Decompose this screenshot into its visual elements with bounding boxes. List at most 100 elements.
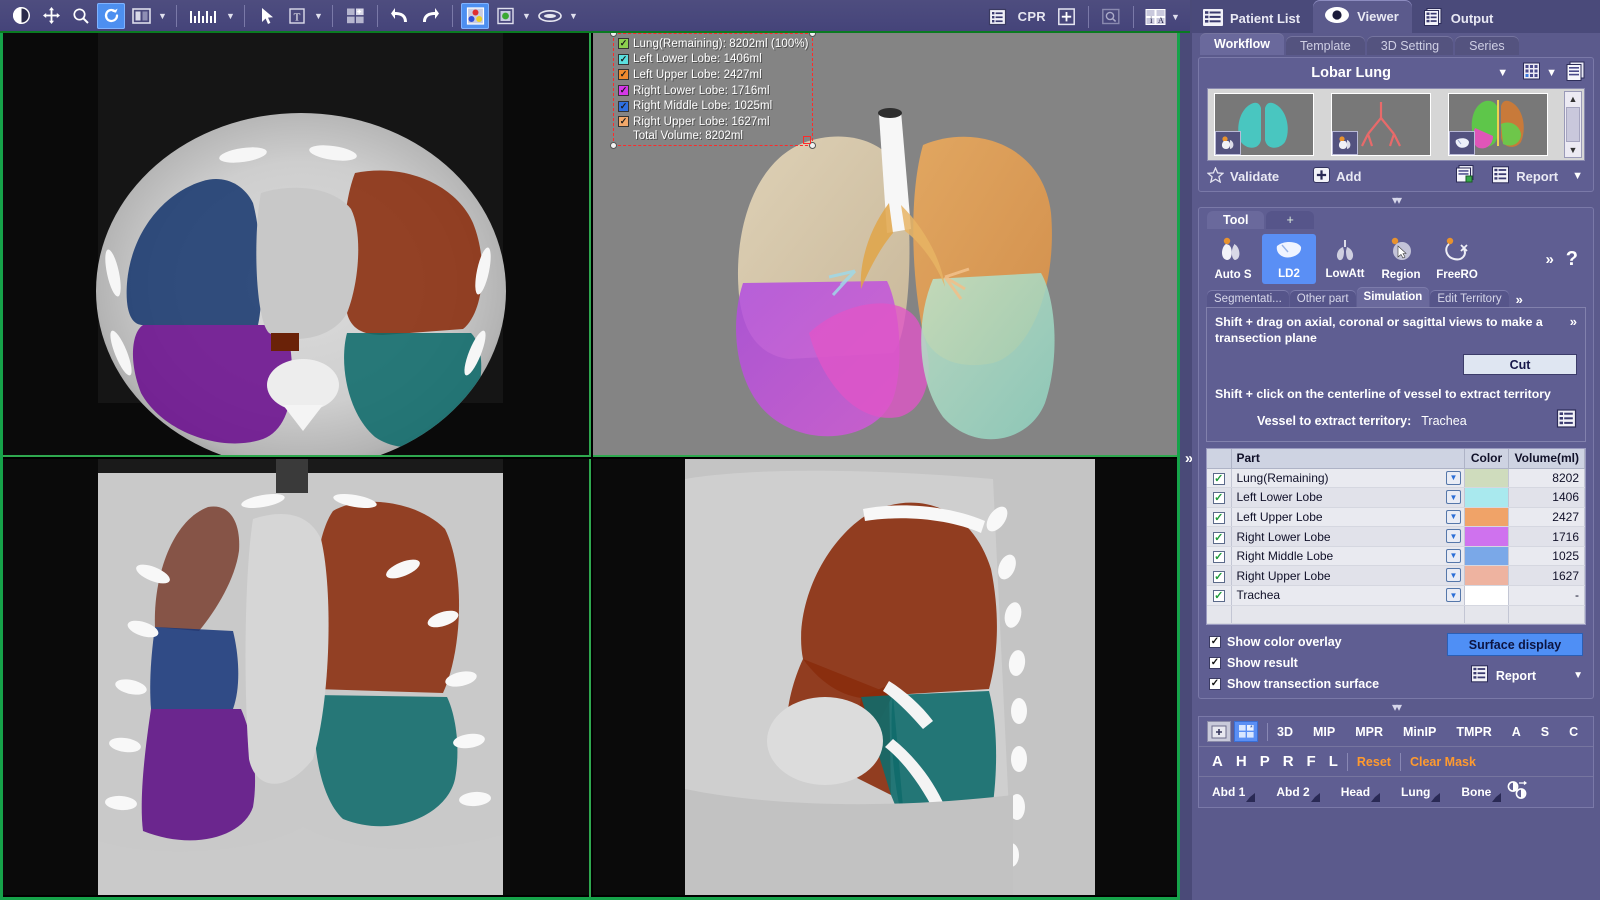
three-d-viewport[interactable]: ✓ Lung(Remaining): 8202ml (100%) ✓ Left … bbox=[593, 33, 1177, 457]
checkbox[interactable]: ✓ bbox=[1209, 677, 1221, 690]
zoom-icon[interactable] bbox=[67, 3, 95, 29]
legend-row[interactable]: ✓ Left Upper Lobe: 2427ml bbox=[618, 67, 808, 83]
quad-layout-button[interactable]: * bbox=[1234, 721, 1258, 743]
redo-icon[interactable] bbox=[416, 3, 444, 29]
table-row[interactable]: ✓ Left Upper Lobe ▼ 2427 bbox=[1207, 507, 1585, 528]
legend-row[interactable]: ✓ Lung(Remaining): 8202ml (100%) bbox=[618, 36, 808, 52]
row-checkbox[interactable]: ✓ bbox=[1212, 472, 1225, 485]
legend-row[interactable]: ✓ Right Middle Lobe: 1025ml bbox=[618, 98, 808, 114]
tool-free-roi[interactable]: FreeRO bbox=[1430, 234, 1484, 284]
flip-icon[interactable] bbox=[127, 3, 155, 29]
tool-region[interactable]: Region bbox=[1374, 234, 1428, 284]
window-level-preset-icon[interactable] bbox=[1507, 780, 1529, 804]
row-checkbox[interactable]: ✓ bbox=[1212, 511, 1225, 524]
row-dropdown-icon[interactable]: ▼ bbox=[1446, 588, 1461, 603]
report-dropdown-caret[interactable]: ▼ bbox=[1572, 170, 1583, 182]
subtab-3d-setting[interactable]: 3D Setting bbox=[1366, 36, 1454, 55]
table-row[interactable]: ✓ Right Lower Lobe ▼ 1716 bbox=[1207, 526, 1585, 547]
row-color-cell[interactable] bbox=[1464, 585, 1509, 606]
flip-dropdown-caret[interactable]: ▼ bbox=[156, 11, 169, 21]
workflow-dropdown-caret[interactable]: ▼ bbox=[1497, 67, 1508, 79]
legend-row[interactable]: ✓ Left Lower Lobe: 1406ml bbox=[618, 52, 808, 68]
orientation-l[interactable]: L bbox=[1329, 753, 1338, 770]
mask-dropdown-caret[interactable]: ▼ bbox=[520, 11, 533, 21]
row-dropdown-icon[interactable]: ▼ bbox=[1446, 529, 1461, 544]
ellipse-dropdown-caret[interactable]: ▼ bbox=[567, 11, 580, 21]
preset-abd-1[interactable]: Abd 1 bbox=[1212, 785, 1256, 803]
row-color-cell[interactable] bbox=[1464, 507, 1509, 528]
axial-viewport[interactable] bbox=[3, 33, 591, 457]
airway-tree-thumbnail[interactable] bbox=[1331, 93, 1431, 156]
mode-tmpr[interactable]: TMPR bbox=[1456, 725, 1491, 739]
text-dropdown-caret[interactable]: ▼ bbox=[312, 11, 325, 21]
preset-head[interactable]: Head bbox=[1341, 785, 1381, 803]
collapse-workflow-chevron[interactable]: ▾▾ bbox=[1192, 192, 1600, 207]
mode-mip[interactable]: MIP bbox=[1313, 725, 1335, 739]
ellipse-roi-icon[interactable] bbox=[534, 3, 566, 29]
validate-button[interactable]: Validate bbox=[1206, 165, 1279, 186]
rotate-icon[interactable] bbox=[97, 2, 125, 29]
legend-checkbox[interactable]: ✓ bbox=[618, 38, 629, 50]
measure-icon[interactable] bbox=[185, 3, 223, 29]
lung-surface-thumbnail[interactable] bbox=[1214, 93, 1314, 156]
window-level-icon[interactable] bbox=[7, 3, 35, 29]
mode-minip[interactable]: MinIP bbox=[1403, 725, 1436, 739]
scroll-down-icon[interactable]: ▼ bbox=[1565, 143, 1581, 157]
row-checkbox[interactable]: ✓ bbox=[1212, 570, 1225, 583]
preset-bone[interactable]: Bone bbox=[1461, 785, 1502, 803]
row-checkbox-cell[interactable]: ✓ bbox=[1207, 468, 1232, 489]
report-button-bottom[interactable]: Report ▼ bbox=[1470, 665, 1583, 686]
tab-viewer[interactable]: Viewer bbox=[1313, 0, 1412, 33]
cpr-label[interactable]: CPR bbox=[1013, 9, 1051, 24]
thumbnail-scrollbar[interactable]: ▲ ▼ bbox=[1564, 91, 1582, 158]
lobar-segmentation-thumbnail[interactable] bbox=[1448, 93, 1548, 156]
row-dropdown-icon[interactable]: ▼ bbox=[1446, 548, 1461, 563]
subtab-template[interactable]: Template bbox=[1286, 36, 1365, 55]
vessel-value[interactable]: Trachea bbox=[1421, 414, 1466, 428]
reset-button[interactable]: Reset bbox=[1357, 755, 1391, 769]
legend-row[interactable]: ✓ Right Upper Lobe: 1627ml bbox=[618, 114, 808, 130]
color-overlay-icon[interactable] bbox=[461, 2, 489, 29]
preset-abd-2[interactable]: Abd 2 bbox=[1276, 785, 1320, 803]
scrollbar-thumb[interactable] bbox=[1566, 107, 1580, 142]
report-dropdown-caret[interactable]: ▼ bbox=[1573, 670, 1583, 681]
add-button[interactable]: Add bbox=[1313, 166, 1361, 186]
legend-checkbox[interactable]: ✓ bbox=[618, 100, 629, 112]
mode-3d[interactable]: 3D bbox=[1277, 725, 1293, 739]
orientation-f[interactable]: F bbox=[1307, 753, 1316, 770]
tool-more-chevron[interactable]: » bbox=[1545, 251, 1553, 268]
cpr-list-icon[interactable] bbox=[984, 4, 1012, 30]
orientation-p[interactable]: P bbox=[1260, 753, 1270, 770]
grid-dropdown-caret[interactable]: ▼ bbox=[1546, 67, 1557, 79]
help-icon[interactable]: ? bbox=[1566, 248, 1578, 271]
sagittal-viewport[interactable] bbox=[593, 459, 1177, 897]
orientation-h[interactable]: H bbox=[1236, 753, 1247, 770]
modetab-more-chevron[interactable]: » bbox=[1516, 292, 1523, 307]
legend-handle-tl[interactable] bbox=[610, 33, 617, 37]
modetab-other-part[interactable]: Other part bbox=[1289, 290, 1356, 307]
table-row[interactable]: ✓ Trachea ▼ - bbox=[1207, 585, 1585, 606]
row-checkbox[interactable]: ✓ bbox=[1212, 492, 1225, 505]
table-row[interactable]: ✓ Right Middle Lobe ▼ 1025 bbox=[1207, 546, 1585, 567]
row-checkbox-cell[interactable]: ✓ bbox=[1207, 565, 1232, 587]
table-row[interactable]: ✓ Lung(Remaining) ▼ 8202 bbox=[1207, 468, 1585, 489]
coronal-viewport[interactable] bbox=[3, 459, 591, 897]
legend-resize-corner[interactable] bbox=[803, 135, 811, 144]
scroll-up-icon[interactable]: ▲ bbox=[1565, 92, 1581, 106]
tool-low-attenuation[interactable]: LowAtt bbox=[1318, 234, 1372, 284]
subtab-series[interactable]: Series bbox=[1455, 36, 1519, 55]
row-color-cell[interactable] bbox=[1464, 468, 1509, 489]
pointer-icon[interactable] bbox=[253, 3, 281, 29]
grid-view-icon[interactable] bbox=[1522, 62, 1541, 85]
mode-axial[interactable]: A bbox=[1512, 725, 1521, 739]
export-pages-icon[interactable] bbox=[1455, 165, 1477, 187]
row-checkbox[interactable]: ✓ bbox=[1212, 551, 1225, 564]
orientation-a[interactable]: A bbox=[1212, 753, 1223, 770]
row-checkbox-cell[interactable]: ✓ bbox=[1207, 546, 1232, 567]
measure-dropdown-caret[interactable]: ▼ bbox=[224, 11, 237, 21]
row-color-cell[interactable] bbox=[1464, 565, 1509, 587]
row-checkbox-cell[interactable]: ✓ bbox=[1207, 526, 1232, 547]
text-annotation-icon[interactable]: T bbox=[283, 3, 311, 29]
modetab-edit-territory[interactable]: Edit Territory bbox=[1430, 290, 1509, 307]
report-button[interactable]: Report bbox=[1491, 165, 1558, 187]
